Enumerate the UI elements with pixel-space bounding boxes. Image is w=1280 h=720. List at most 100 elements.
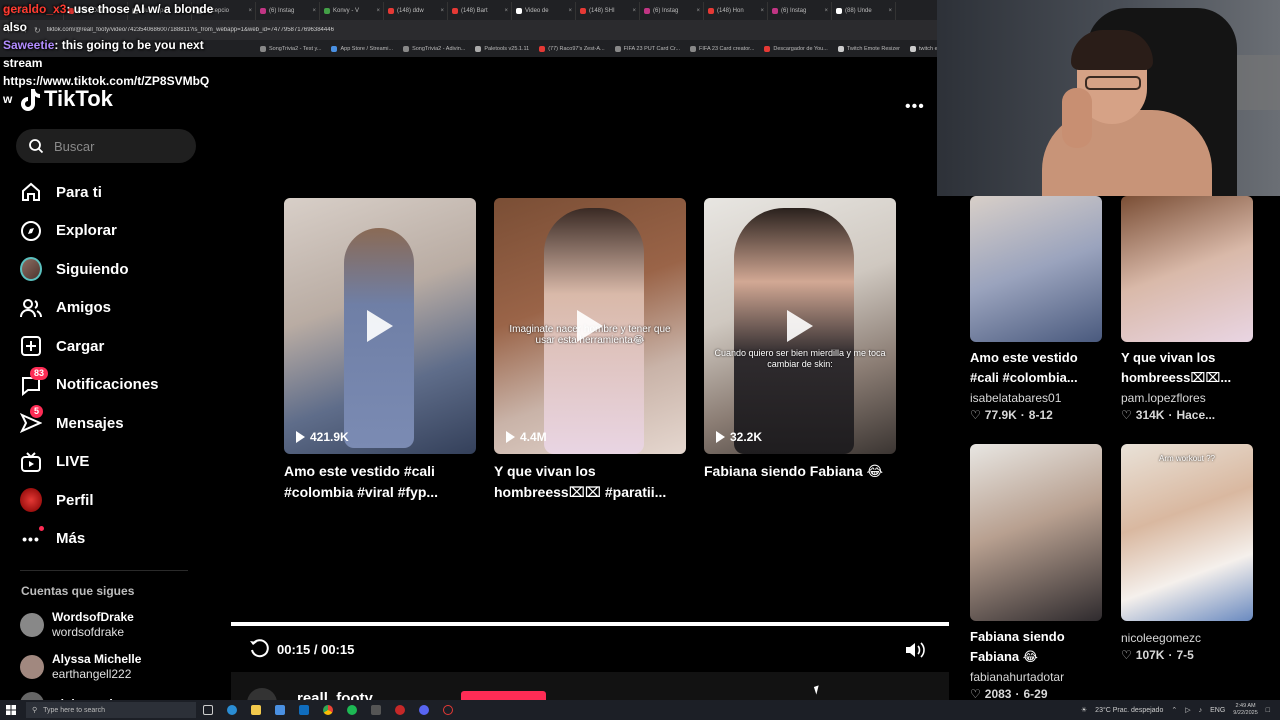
tab-close-icon[interactable]: × [312,8,316,14]
search-icon: ⚲ [32,707,38,714]
browser-tab[interactable]: Konvy - V × [320,2,384,20]
chrome-icon[interactable] [316,705,340,715]
bookmark-label: Descargador de You... [773,45,828,52]
related-video-thumbnail[interactable] [1121,196,1253,342]
tab-close-icon[interactable]: × [888,8,892,14]
sidebar-item-cargar[interactable]: Cargar [20,327,210,366]
file-explorer-icon[interactable] [244,705,268,715]
play-icon[interactable] [577,310,603,342]
tab-close-icon[interactable]: × [824,8,828,14]
tab-favicon-icon [580,8,586,14]
bookmark-item[interactable]: Paletools v25.1.11 [475,45,530,52]
tab-close-icon[interactable]: × [248,8,252,14]
browser-tab[interactable]: (148) Hon × [704,2,768,20]
tab-close-icon[interactable]: × [696,8,700,14]
weather-text[interactable]: 23°C Prac. despejado [1095,707,1163,714]
sidebar-item-perfil[interactable]: Perfil [20,481,210,520]
related-video-title[interactable]: Fabiana siendo Fabiana 😂 [970,627,1105,667]
tab-close-icon[interactable]: × [632,8,636,14]
following-account[interactable]: Alyssa Michelle earthangell222 [20,652,141,682]
volume-icon[interactable] [904,640,926,665]
edge-icon[interactable] [220,705,244,715]
app-icon[interactable] [364,705,388,715]
related-video-author[interactable]: fabianahurtadotar [970,670,1064,684]
video-title[interactable]: Amo este vestido #cali #colombia #viral … [284,461,484,503]
bookmark-item[interactable]: SongTrivia2 - Test y... [260,45,321,52]
related-video-author[interactable]: pam.lopezflores [1121,391,1206,405]
related-video-thumbnail[interactable] [970,444,1102,621]
weather-icon[interactable]: ☀ [1081,706,1087,714]
following-account[interactable]: WordsofDrake wordsofdrake [20,610,134,640]
browser-tab[interactable]: (6) Instag × [768,2,832,20]
sidebar-item-siguiendo[interactable]: Siguiendo [20,250,210,289]
related-video-author[interactable]: nicoleegomezc [1121,631,1201,645]
related-video-thumbnail[interactable] [970,196,1102,342]
bookmark-item[interactable]: FIFA 23 PUT Card Cr... [614,45,680,52]
more-options-icon[interactable]: ••• [905,98,925,116]
heart-icon: ♡ [1121,408,1132,422]
search-input[interactable]: Buscar [16,129,196,163]
bookmark-item[interactable]: Descargador de You... [764,45,828,52]
video-title[interactable]: Fabiana siendo Fabiana 😂 [704,461,904,482]
app-icon[interactable] [388,705,412,715]
volume-tray-icon[interactable]: ♪ [1199,707,1203,714]
browser-tab[interactable]: (148) ddw × [384,2,448,20]
app-icon[interactable] [436,705,460,715]
sidebar-item-label: Explorar [56,222,117,240]
browser-tab[interactable]: (6) Instag × [256,2,320,20]
related-video-title[interactable]: Y que vivan los hombreess⌧⌧... [1121,348,1256,388]
related-video-thumbnail[interactable]: Arm workout ?? [1121,444,1253,621]
language-indicator[interactable]: ENG [1210,707,1225,714]
sidebar-item-notificaciones[interactable]: 83 Notificaciones [20,366,210,405]
sidebar-item-explorar[interactable]: Explorar [20,212,210,251]
browser-tab[interactable]: Video de × [512,2,576,20]
outlook-icon[interactable] [292,705,316,715]
spotify-icon[interactable] [340,705,364,715]
tab-close-icon[interactable]: × [760,8,764,14]
tab-close-icon[interactable]: × [440,8,444,14]
notification-center-icon[interactable]: □ [1266,707,1270,714]
play-icon[interactable] [367,310,393,342]
video-card[interactable]: Cuando quiero ser bien mierdilla y me to… [704,198,896,454]
related-video-title[interactable]: Amo este vestido #cali #colombia... [970,348,1105,388]
bookmark-item[interactable]: SongTrivia2 - Adivin... [403,45,465,52]
account-handle: wordsofdrake [52,625,125,639]
video-card[interactable]: 421.9K [284,198,476,454]
network-icon[interactable]: ▷ [1185,706,1190,714]
bookmark-item[interactable]: Twitch Emote Resizer [837,45,900,52]
browser-tab[interactable]: (148) Bart × [448,2,512,20]
sidebar-item-amigos[interactable]: Amigos [20,289,210,328]
tab-close-icon[interactable]: × [568,8,572,14]
bookmark-label: Paletools v25.1.11 [484,45,530,52]
tab-close-icon[interactable]: × [376,8,380,14]
view-count-text: 32.2K [730,430,763,444]
bookmark-item[interactable]: FIFA 23 Card creator... [690,45,754,52]
sidebar-item-live[interactable]: LIVE [20,443,210,482]
store-icon[interactable] [268,705,292,715]
video-progress-bar[interactable] [231,622,949,626]
related-video-author[interactable]: isabelatabares01 [970,391,1061,405]
streamer-glasses [1085,76,1141,90]
sidebar-item-para-ti[interactable]: Para ti [20,173,210,212]
sidebar-item-mensajes[interactable]: 5 Mensajes [20,404,210,443]
taskbar-search-input[interactable]: ⚲ Type here to search [26,702,196,718]
replay-icon[interactable] [249,638,269,663]
tab-close-icon[interactable]: × [504,8,508,14]
taskbar-clock[interactable]: 2:49 AM 9/22/2025 [1233,703,1257,717]
browser-tab[interactable]: (88) Unde × [832,2,896,20]
video-card[interactable]: Imaginate nacer hombre y tener que usar … [494,198,686,454]
video-title[interactable]: Y que vivan los hombreess⌧⌧ #paratii... [494,461,694,503]
browser-tab[interactable]: (148) SHI × [576,2,640,20]
sidebar-item-m-s[interactable]: ••• Más [20,520,210,559]
discord-icon[interactable] [412,705,436,715]
chevron-up-icon[interactable]: ⌃ [1171,706,1177,714]
post-date: 6-29 [1023,687,1048,701]
task-view-icon[interactable] [196,705,220,715]
bookmark-item[interactable]: twitch emote resizer... [910,45,937,52]
tab-label: Video de [525,8,549,14]
windows-start-icon[interactable] [0,705,22,715]
play-icon[interactable] [787,310,813,342]
browser-tab[interactable]: (6) Instag × [640,2,704,20]
bookmark-item[interactable]: App Store / Streami... [331,45,393,52]
bookmark-item[interactable]: (77) Raco97's Zest-A... [539,45,605,52]
